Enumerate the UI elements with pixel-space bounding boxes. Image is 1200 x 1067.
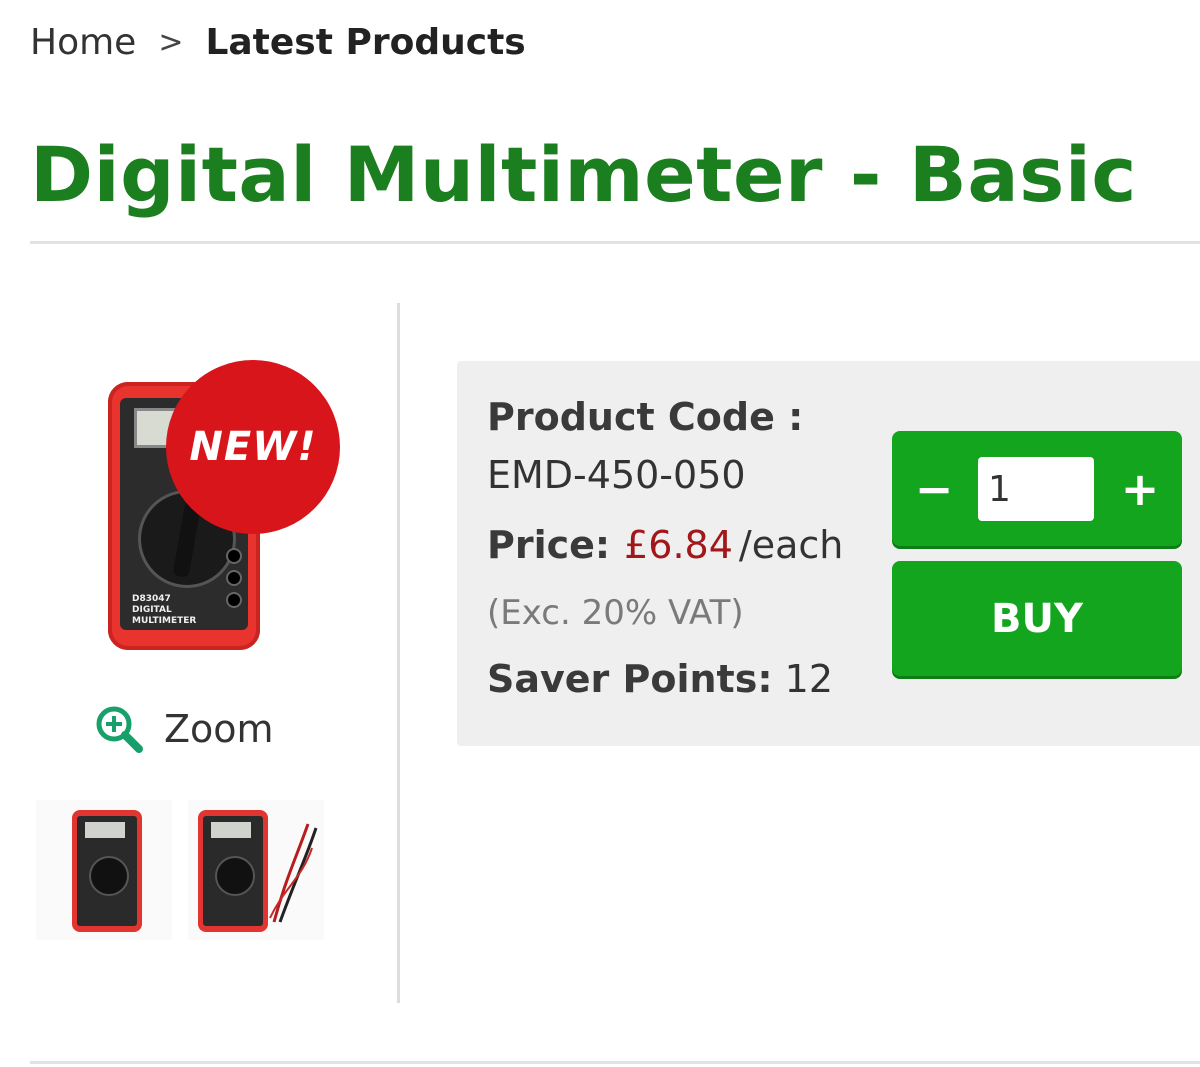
- buy-button[interactable]: BUY: [892, 561, 1182, 676]
- multimeter-label: D83047 DIGITAL MULTIMETER: [132, 594, 197, 626]
- price-label: Price:: [487, 523, 611, 567]
- thumbnail-multimeter-with-leads[interactable]: [188, 800, 324, 940]
- product-info: Product Code : EMD-450-050 Price: £6.84/e…: [487, 395, 843, 701]
- thumbnail-multimeter[interactable]: [36, 800, 172, 940]
- column-divider: [397, 303, 400, 1003]
- vat-note: (Exc. 20% VAT): [487, 593, 744, 633]
- breadcrumb-separator: >: [158, 25, 184, 60]
- breadcrumb: Home > Latest Products: [30, 22, 526, 63]
- new-badge: NEW!: [166, 360, 340, 534]
- saver-points-value: 12: [784, 657, 833, 701]
- title-divider: [30, 241, 1200, 244]
- saver-points: Saver Points: 12: [487, 657, 843, 701]
- price-row: Price: £6.84/each: [487, 523, 843, 567]
- zoom-in-magnifier-icon: [94, 704, 144, 754]
- thumbnail-gallery: [36, 800, 324, 940]
- bottom-divider: [30, 1061, 1200, 1064]
- zoom-button[interactable]: Zoom: [94, 704, 274, 754]
- price-unit: /each: [738, 523, 844, 567]
- saver-points-label: Saver Points:: [487, 657, 773, 701]
- breadcrumb-home-link[interactable]: Home: [30, 22, 136, 63]
- test-leads-icon: [269, 823, 318, 923]
- zoom-label: Zoom: [164, 707, 274, 751]
- product-main-image[interactable]: D83047 DIGITAL MULTIMETER NEW!: [100, 360, 345, 660]
- purchase-panel: Product Code : EMD-450-050 Price: £6.84/e…: [457, 361, 1200, 746]
- product-title: Digital Multimeter - Basic: [30, 130, 1137, 219]
- product-code-label: Product Code :: [487, 395, 804, 439]
- quantity-stepper: − +: [892, 431, 1182, 546]
- quantity-increase-button[interactable]: +: [1100, 431, 1180, 546]
- quantity-decrease-button[interactable]: −: [894, 431, 974, 546]
- price-value: £6.84: [624, 523, 733, 567]
- quantity-input[interactable]: [978, 457, 1094, 521]
- product-code-value: EMD-450-050: [487, 453, 746, 497]
- breadcrumb-current[interactable]: Latest Products: [205, 22, 525, 63]
